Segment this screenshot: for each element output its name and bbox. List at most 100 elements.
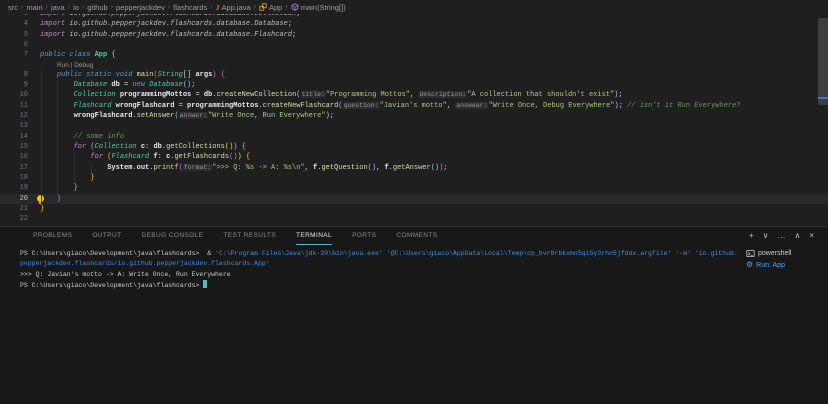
code-line: 8 public static void main(String[] args)… bbox=[0, 70, 828, 80]
breadcrumb-item-app-java[interactable]: JApp.java bbox=[216, 3, 251, 12]
terminal-output[interactable]: PS C:\Users\giaco\Development\java\flash… bbox=[0, 249, 740, 291]
code-line-text: import io.github.pepperjackdev.flashcard… bbox=[40, 19, 828, 29]
maximize-panel-icon[interactable]: ∧ bbox=[794, 232, 800, 240]
line-number: 13 bbox=[0, 121, 28, 131]
new-terminal-icon[interactable]: + bbox=[749, 232, 754, 240]
line-number: 4 bbox=[0, 19, 28, 29]
panel-tab-problems[interactable]: PROBLEMS bbox=[33, 227, 72, 245]
breadcrumb-item-main[interactable]: main bbox=[26, 3, 42, 12]
code-line: 20 } bbox=[0, 194, 828, 204]
java-file-icon: J bbox=[216, 3, 220, 12]
panel-actions: + ∨ … ∧ × bbox=[749, 232, 828, 240]
panel-tab-output[interactable]: OUTPUT bbox=[92, 227, 121, 245]
breadcrumb-item-label: io bbox=[73, 3, 79, 12]
breadcrumb-item-app[interactable]: App bbox=[259, 3, 282, 12]
breadcrumb-item-main-string-[interactable]: main(String[]) bbox=[291, 3, 346, 12]
code-line-text: public class App { bbox=[40, 50, 828, 60]
panel-tab-debug-console[interactable]: DEBUG CONSOLE bbox=[141, 227, 203, 245]
code-editor[interactable]: 3import io.github.pepperjackdev.flashcar… bbox=[0, 14, 828, 226]
line-number: 19 bbox=[0, 183, 28, 193]
code-line: 13 bbox=[0, 121, 828, 131]
code-line-text: Flashcard wrongFlashcard = programmingMo… bbox=[40, 101, 828, 111]
breadcrumb-item-label: src bbox=[8, 3, 18, 12]
inlay-hint: title: bbox=[301, 91, 326, 98]
symbol-method-icon bbox=[291, 3, 299, 11]
breadcrumb-item-label: java bbox=[51, 3, 65, 12]
breadcrumb-item-pepperjackdev[interactable]: pepperjackdev bbox=[116, 3, 165, 12]
inlay-hint: question: bbox=[343, 102, 380, 109]
code-line-text: for (Collection c: db.getCollections()) … bbox=[40, 142, 828, 152]
indent-guide bbox=[91, 163, 92, 173]
panel-body: PS C:\Users\giaco\Development\java\flash… bbox=[0, 245, 828, 404]
breadcrumb-item-label: flashcards bbox=[173, 3, 207, 12]
code-line-text bbox=[40, 214, 828, 224]
breadcrumb-item-github[interactable]: github bbox=[87, 3, 107, 12]
chevron-down-icon[interactable]: ∨ bbox=[763, 232, 769, 240]
code-line-text: Database db = new Database(); bbox=[40, 80, 828, 90]
code-line-text bbox=[40, 121, 828, 131]
breadcrumb-item-java[interactable]: java bbox=[51, 3, 65, 12]
code-line-text: import io.github.pepperjackdev.flashcard… bbox=[40, 30, 828, 40]
panel-tab-terminal[interactable]: TERMINAL bbox=[296, 227, 332, 245]
line-number: 20 bbox=[0, 194, 28, 204]
inlay-hint: answer: bbox=[179, 112, 208, 119]
breadcrumb-separator: › bbox=[210, 4, 212, 11]
inlay-hint: format: bbox=[183, 164, 212, 171]
terminal-cursor bbox=[203, 280, 207, 288]
line-number: 5 bbox=[0, 30, 28, 40]
terminal-list-item-run-app[interactable]: ⚙Run: App bbox=[742, 259, 828, 271]
breadcrumb-item-label: App.java bbox=[221, 3, 250, 12]
code-line-text: } bbox=[40, 173, 828, 183]
terminal-instance-list: powershell⚙Run: App bbox=[742, 247, 828, 271]
indent-guide bbox=[74, 152, 75, 183]
breadcrumb-separator: › bbox=[254, 4, 256, 11]
code-line: 21} bbox=[0, 204, 828, 214]
terminal-list-item-label: Run: App bbox=[756, 262, 785, 269]
line-number: 18 bbox=[0, 173, 28, 183]
code-line: 22 bbox=[0, 214, 828, 224]
breadcrumb-separator: › bbox=[68, 4, 70, 11]
breadcrumb-item-src[interactable]: src bbox=[8, 3, 18, 12]
close-panel-icon[interactable]: × bbox=[809, 232, 814, 240]
vscode-window: src›main›java›io›github›pepperjackdev›fl… bbox=[0, 0, 828, 404]
terminal-list-item-powershell[interactable]: powershell bbox=[742, 247, 828, 259]
code-line-text: wrongFlashcard.setAnswer(answer:"Write O… bbox=[40, 111, 828, 121]
code-line: 4 import io.github.pepperjackdev.flashcar… bbox=[0, 19, 828, 29]
line-number: 14 bbox=[0, 132, 28, 142]
code-line-text: for (Flashcard f: c.getFlashcards()) { bbox=[40, 152, 828, 162]
code-line: 19 } bbox=[0, 183, 828, 193]
breadcrumb-separator: › bbox=[168, 4, 170, 11]
panel-tab-ports[interactable]: PORTS bbox=[352, 227, 376, 245]
line-number: 8 bbox=[0, 70, 28, 80]
code-line: 5 import io.github.pepperjackdev.flashcar… bbox=[0, 30, 828, 40]
breadcrumb-item-flashcards[interactable]: flashcards bbox=[173, 3, 207, 12]
panel-tab-comments[interactable]: COMMENTS bbox=[396, 227, 437, 245]
breadcrumb-separator: › bbox=[21, 4, 23, 11]
symbol-class-icon bbox=[259, 3, 267, 11]
line-number: 21 bbox=[0, 204, 28, 214]
breadcrumb-item-io[interactable]: io bbox=[73, 3, 79, 12]
code-line-text: } bbox=[40, 183, 828, 193]
code-line-text: } bbox=[40, 194, 828, 204]
breadcrumb-separator: › bbox=[285, 4, 287, 11]
code-line: 16 for (Flashcard f: c.getFlashcards()) … bbox=[0, 152, 828, 162]
breadcrumb-separator: › bbox=[111, 4, 113, 11]
codelens-run-debug[interactable]: Run | Debug bbox=[0, 61, 828, 70]
indent-guide bbox=[41, 70, 42, 204]
inlay-hint: description: bbox=[418, 91, 467, 98]
breadcrumb-item-label: App bbox=[269, 3, 282, 12]
code-line: 17 System.out.printf(format:">>> Q: %s -… bbox=[0, 163, 828, 173]
code-line-text: System.out.printf(format:">>> Q: %s -> A… bbox=[40, 163, 828, 173]
line-number: 11 bbox=[0, 101, 28, 111]
code-line-text: public static void main(String[] args) { bbox=[40, 70, 828, 80]
code-line: 18 } bbox=[0, 173, 828, 183]
code-line: 12 wrongFlashcard.setAnswer(answer:"Writ… bbox=[0, 111, 828, 121]
more-actions-icon[interactable]: … bbox=[777, 232, 785, 240]
code-line-text: Collection programmingMottos = db.create… bbox=[40, 90, 828, 100]
line-number: 7 bbox=[0, 50, 28, 60]
code-area: 3import io.github.pepperjackdev.flashcar… bbox=[0, 14, 828, 225]
indent-guide bbox=[57, 80, 58, 194]
terminal-line: pepperjackdev.flashcards/io.github.peppe… bbox=[20, 259, 740, 269]
scrollbar-thumb[interactable] bbox=[818, 18, 828, 105]
panel-tab-test-results[interactable]: TEST RESULTS bbox=[223, 227, 276, 245]
